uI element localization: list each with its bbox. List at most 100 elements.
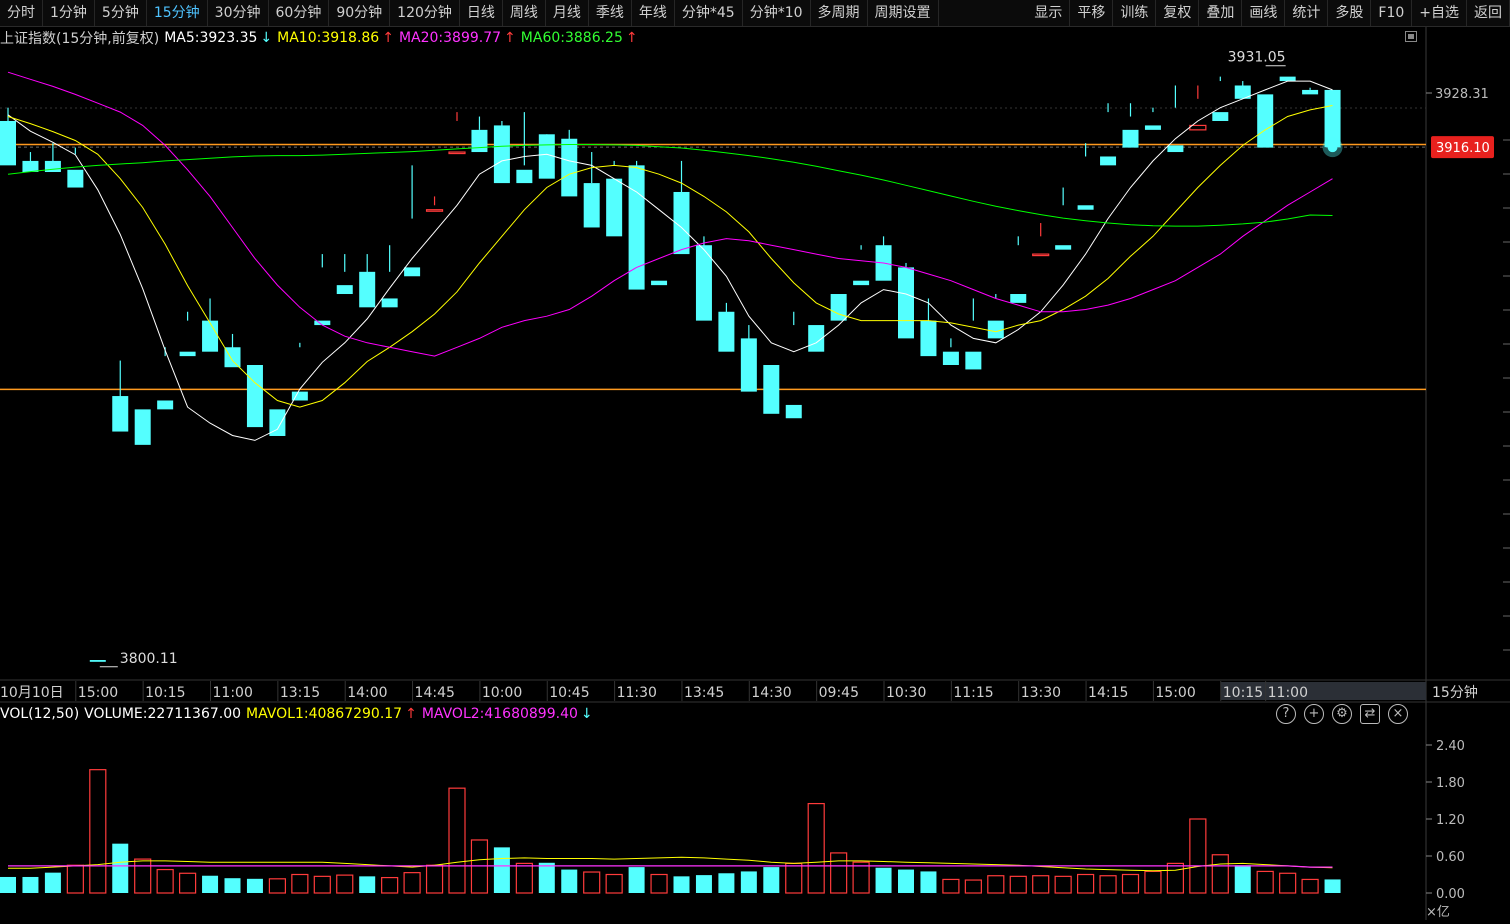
time-tick-label: 13:30 <box>1021 685 1061 701</box>
volume-bar <box>1099 875 1117 894</box>
volume-bar <box>718 873 735 893</box>
volume-bar <box>583 871 601 894</box>
candle-body <box>785 404 802 419</box>
candle-body <box>583 183 600 228</box>
volume-bar <box>22 876 39 893</box>
volume-bar <box>179 872 197 894</box>
last-price-dot <box>1327 142 1338 153</box>
volume-bar <box>156 868 174 894</box>
time-tick-label: 14:45 <box>415 685 455 701</box>
mavol1-line <box>8 856 1333 872</box>
candle-body <box>830 294 847 321</box>
candle-body <box>1010 294 1027 303</box>
volume-bar <box>112 843 129 893</box>
candle-body <box>987 320 1004 339</box>
period-label: 15分钟 <box>1432 684 1478 701</box>
volume-bar <box>1166 862 1185 894</box>
candle-body <box>1122 129 1139 148</box>
candle-body <box>1032 253 1050 257</box>
current-price-label: 3916.10 <box>1436 141 1490 156</box>
candle-body <box>246 365 263 428</box>
time-tick-label: 11:00 <box>1268 685 1308 701</box>
high-price-label: 3931.05 <box>1228 50 1286 66</box>
candle-body <box>740 338 757 392</box>
time-tick-label: 11:30 <box>617 685 657 701</box>
volume-bar <box>493 847 510 893</box>
time-tick-label: 10月10日 <box>0 685 64 701</box>
price-tick-label: 3928.31 <box>1435 87 1489 102</box>
volume-bar <box>1324 879 1341 893</box>
volume-bar <box>336 874 354 894</box>
volume-bar <box>898 869 914 893</box>
ma-line-ma20 <box>7 71 1333 357</box>
volume-bar <box>1301 878 1319 894</box>
volume-bar <box>381 876 399 894</box>
time-tick-label: 10:15 <box>145 685 185 701</box>
candle-body <box>898 267 914 339</box>
time-tick-label: 10:00 <box>482 685 522 701</box>
volume-bar <box>224 878 241 893</box>
volume-bar <box>1076 873 1095 894</box>
candle-body <box>179 351 196 357</box>
time-tick-label: 11:00 <box>213 685 253 701</box>
volume-bar <box>785 862 803 894</box>
volume-bar <box>538 862 555 893</box>
volume-bar <box>852 861 870 894</box>
volume-bar <box>1032 875 1050 894</box>
volume-bar <box>1279 872 1297 894</box>
volume-bar <box>313 875 331 894</box>
volume-bar <box>202 875 219 893</box>
candle-body <box>1212 112 1229 121</box>
volume-bar <box>1211 854 1229 894</box>
kline-chart[interactable]: 3931.05 3800.11 3928.31 3916.10 10月10日 15:00 1… <box>0 0 1510 924</box>
volume-bar <box>0 876 16 893</box>
volume-bar <box>628 867 645 893</box>
ma-line-ma10 <box>7 105 1333 408</box>
volume-group <box>0 769 1341 894</box>
volume-bar <box>695 875 712 893</box>
volume-bar <box>359 876 376 893</box>
volume-bar <box>403 872 421 894</box>
candle-body <box>853 280 870 286</box>
candle-body <box>1100 156 1117 166</box>
mavol2-line <box>8 865 1333 868</box>
volume-unit-label: ×亿 <box>1426 905 1450 920</box>
time-tick-label: 15:00 <box>78 685 118 701</box>
volume-bar <box>1009 875 1027 894</box>
volume-tick-label: 1.20 <box>1436 813 1465 828</box>
volume-bar <box>425 864 444 894</box>
candle-body <box>1167 145 1184 153</box>
volume-bar <box>1234 865 1251 893</box>
candle-body <box>1055 245 1072 250</box>
candle-body <box>651 280 668 286</box>
volume-bar <box>1189 818 1207 894</box>
volume-bar <box>268 878 286 894</box>
time-tick-label: 14:15 <box>1088 685 1128 701</box>
candle-body <box>1279 76 1296 82</box>
volume-bar <box>246 878 263 893</box>
candle-body <box>538 134 555 179</box>
ma-line-ma60 <box>7 144 1333 227</box>
time-tick-label: 10:45 <box>549 685 589 701</box>
volume-bar <box>830 852 848 894</box>
volume-bar <box>987 875 1005 894</box>
volume-bar <box>807 802 825 894</box>
candle-body <box>606 178 623 237</box>
candle-body <box>22 160 39 173</box>
volume-bar <box>89 769 107 894</box>
candle-body <box>1302 89 1319 95</box>
volume-bar <box>942 878 960 894</box>
time-tick-label: 10:30 <box>886 685 926 701</box>
candle-body <box>359 271 376 308</box>
candle-body <box>157 400 174 410</box>
volume-bar <box>673 876 690 893</box>
volume-bar <box>561 869 578 893</box>
candle-body <box>718 311 735 352</box>
candle-body <box>134 409 151 445</box>
candle-body <box>1077 205 1094 210</box>
volume-bar <box>1121 873 1140 894</box>
volume-bar <box>448 787 466 894</box>
volume-bar <box>875 867 892 893</box>
candle-body <box>561 138 578 197</box>
candle-body <box>67 169 84 188</box>
